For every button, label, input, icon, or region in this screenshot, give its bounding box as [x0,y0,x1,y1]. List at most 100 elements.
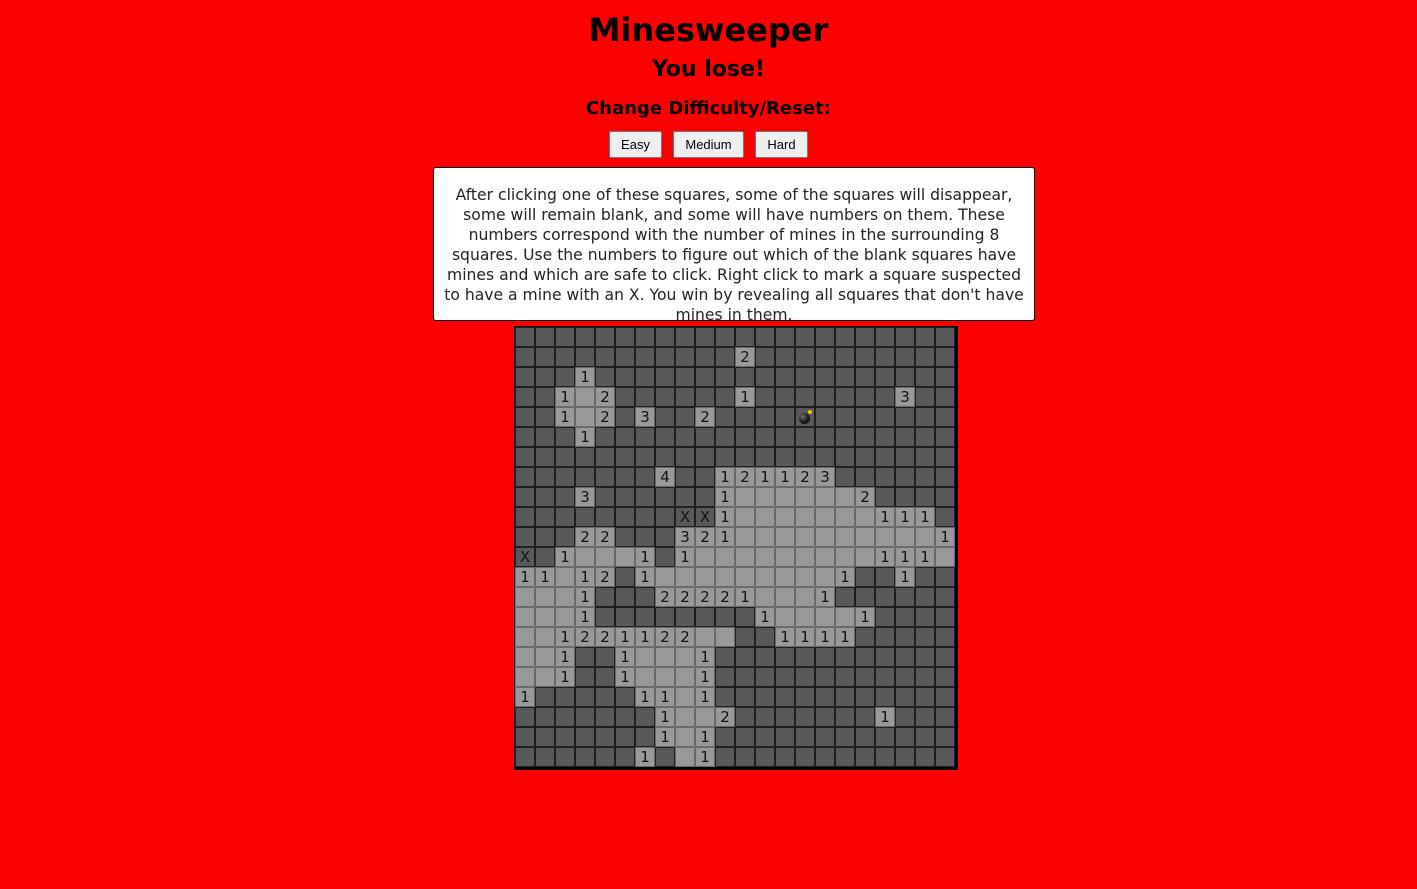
board-cell-hidden[interactable] [595,347,615,367]
board-cell-hidden[interactable] [615,427,635,447]
board-cell-hidden[interactable] [695,347,715,367]
board-cell-number[interactable]: 1 [575,427,595,447]
board-cell-hidden[interactable] [715,447,735,467]
board-cell-hidden[interactable] [875,327,895,347]
board-cell-hidden[interactable] [535,427,555,447]
board-cell-hidden[interactable] [535,687,555,707]
board-cell-revealed[interactable] [835,607,855,627]
board-cell-hidden[interactable] [535,387,555,407]
board-cell-hidden[interactable] [655,327,675,347]
board-cell-hidden[interactable] [795,687,815,707]
board-cell-revealed[interactable] [935,547,955,567]
board-cell-number[interactable]: 1 [555,407,575,427]
board-cell-hidden[interactable] [575,667,595,687]
board-cell-hidden[interactable] [795,667,815,687]
board-cell-number[interactable]: 1 [615,647,635,667]
hard-button[interactable]: Hard [755,131,808,158]
board-cell-number[interactable]: 2 [795,467,815,487]
board-cell-number[interactable]: 2 [655,587,675,607]
board-cell-hidden[interactable] [595,487,615,507]
board-cell-revealed[interactable] [775,527,795,547]
board-cell-hidden[interactable] [535,467,555,487]
board-cell-hidden[interactable] [655,427,675,447]
board-cell-hidden[interactable] [835,427,855,447]
board-cell-revealed[interactable] [675,707,695,727]
board-cell-hidden[interactable] [515,347,535,367]
board-cell-hidden[interactable] [795,427,815,447]
board-cell-hidden[interactable] [895,487,915,507]
board-cell-revealed[interactable] [555,567,575,587]
board-cell-hidden[interactable] [675,387,695,407]
board-cell-hidden[interactable] [675,487,695,507]
board-cell-hidden[interactable] [615,487,635,507]
board-cell-revealed[interactable] [535,607,555,627]
board-cell-revealed[interactable] [695,567,715,587]
board-cell-hidden[interactable] [775,447,795,467]
board-cell-revealed[interactable] [535,587,555,607]
board-cell-revealed[interactable] [695,627,715,647]
board-cell-number[interactable]: 1 [655,727,675,747]
board-cell-number[interactable]: 1 [875,707,895,727]
board-cell-hidden[interactable] [735,687,755,707]
board-cell-hidden[interactable] [515,387,535,407]
board-cell-hidden[interactable] [595,367,615,387]
board-cell-hidden[interactable] [595,507,615,527]
board-cell-hidden[interactable] [515,327,535,347]
board-cell-revealed[interactable] [755,527,775,547]
board-cell-hidden[interactable] [755,367,775,387]
board-cell-hidden[interactable] [835,327,855,347]
board-cell-hidden[interactable] [595,647,615,667]
board-cell-hidden[interactable] [935,627,955,647]
board-cell-number[interactable]: 1 [635,687,655,707]
board-cell-number[interactable]: 2 [595,627,615,647]
board-cell-number[interactable]: 1 [895,567,915,587]
board-cell-number[interactable]: 1 [635,567,655,587]
board-cell-number[interactable]: 2 [715,587,735,607]
board-cell-hidden[interactable] [835,467,855,487]
board-cell-hidden[interactable] [675,607,695,627]
board-cell-hidden[interactable] [915,587,935,607]
board-cell-hidden[interactable] [855,687,875,707]
board-cell-hidden[interactable] [675,327,695,347]
board-cell-hidden[interactable] [935,407,955,427]
board-cell-revealed[interactable] [575,547,595,567]
board-cell-hidden[interactable] [915,727,935,747]
board-cell-hidden[interactable] [915,347,935,367]
board-cell-number[interactable]: 1 [695,747,715,767]
board-cell-revealed[interactable] [735,567,755,587]
board-cell-number[interactable]: 3 [675,527,695,547]
board-cell-hidden[interactable] [535,727,555,747]
board-cell-hidden[interactable] [615,747,635,767]
board-cell-hidden[interactable] [535,447,555,467]
board-cell-revealed[interactable] [895,527,915,547]
board-cell-number[interactable]: 1 [555,627,575,647]
board-cell-number[interactable]: 1 [555,667,575,687]
board-cell-revealed[interactable] [715,567,735,587]
board-cell-hidden[interactable] [615,367,635,387]
board-cell-number[interactable]: 1 [555,547,575,567]
board-cell-hidden[interactable] [855,387,875,407]
board-cell-hidden[interactable] [515,527,535,547]
board-cell-hidden[interactable] [535,327,555,347]
board-cell-hidden[interactable] [855,447,875,467]
board-cell-hidden[interactable] [755,707,775,727]
board-cell-hidden[interactable] [575,747,595,767]
board-cell-revealed[interactable] [795,607,815,627]
board-cell-hidden[interactable] [575,507,595,527]
board-cell-hidden[interactable] [715,407,735,427]
board-cell-hidden[interactable] [915,647,935,667]
board-cell-hidden[interactable] [615,407,635,427]
board-cell-revealed[interactable] [655,567,675,587]
board-cell-hidden[interactable] [595,687,615,707]
board-cell-hidden[interactable] [875,607,895,627]
board-cell-hidden[interactable] [535,407,555,427]
board-cell-hidden[interactable] [575,467,595,487]
board-cell-hidden[interactable] [575,687,595,707]
board-cell-hidden[interactable] [535,487,555,507]
board-cell-revealed[interactable] [775,507,795,527]
board-cell-hidden[interactable] [515,427,535,447]
board-cell-hidden[interactable] [915,487,935,507]
board-cell-hidden[interactable] [815,687,835,707]
board-cell-hidden[interactable] [735,427,755,447]
board-cell-number[interactable]: 1 [655,687,675,707]
